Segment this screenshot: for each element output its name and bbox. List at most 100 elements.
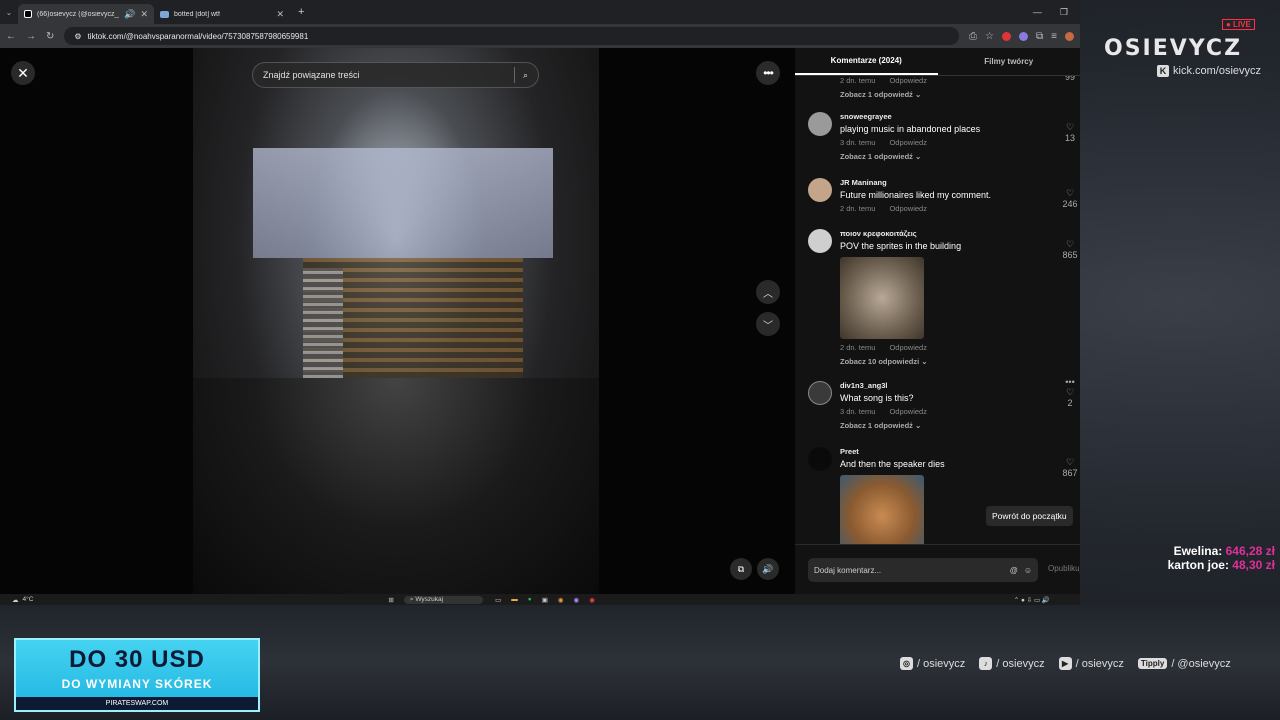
reload-icon[interactable]: ↻ xyxy=(46,31,54,42)
back-to-top-button[interactable]: Powrót do początku xyxy=(986,506,1073,526)
comment-time: 2 dn. temu xyxy=(840,76,876,85)
video-frame-floor xyxy=(193,378,599,594)
comment-username[interactable]: Preet xyxy=(840,447,1050,456)
comment-time: 3 dn. temu xyxy=(840,407,876,416)
site-info-icon[interactable]: ⚙ xyxy=(74,32,81,41)
tiktok-icon: ♪ xyxy=(979,657,993,670)
post-button[interactable]: Opublikuj xyxy=(1048,564,1080,573)
view-replies-link[interactable]: Zobacz 1 odpowiedź ⌄ xyxy=(840,152,1050,161)
comment-text: Future millionaires liked my comment. xyxy=(840,190,992,200)
tab-search-icon[interactable]: ⌄ xyxy=(0,8,18,17)
comment-text: And then the speaker dies xyxy=(840,459,945,469)
speaker-icon[interactable]: 🔊 xyxy=(124,9,135,20)
comment-more-icon[interactable]: ••• xyxy=(1060,377,1080,387)
tab-comments[interactable]: Komentarze (2024) xyxy=(795,48,938,75)
avatar[interactable] xyxy=(808,112,832,136)
tab-tiktok[interactable]: (66)osievycz (@osievycz_) 🔊 ✕ xyxy=(18,4,154,24)
streamer-logo: OSIEVYCZ xyxy=(1104,36,1243,61)
reply-link[interactable]: Odpowiedz xyxy=(889,407,927,416)
like-count: 2 xyxy=(1067,398,1073,408)
url-text: tiktok.com/@noahvsparanormal/video/75730… xyxy=(87,31,309,41)
next-video-button[interactable]: ﹀ xyxy=(756,312,780,336)
comment-text: POV the sprites in the building xyxy=(840,241,962,251)
heart-icon: ♡ xyxy=(1065,122,1075,132)
comment-gif[interactable] xyxy=(840,257,924,339)
comment-input-row: Dodaj komentarz... @ ☺ Opublikuj xyxy=(795,544,1080,594)
close-tab-icon[interactable]: ✕ xyxy=(140,9,148,20)
reply-link[interactable]: Odpowiedz xyxy=(889,343,927,352)
avatar[interactable] xyxy=(808,447,832,471)
video-frame-stairs xyxy=(303,268,343,378)
comment-time: 3 dn. temu xyxy=(840,138,876,147)
heart-icon: ♡ xyxy=(1065,239,1075,249)
view-replies-link[interactable]: Zobacz 1 odpowiedź ⌄ xyxy=(840,90,1050,99)
weather-icon[interactable]: ☁ xyxy=(12,596,19,604)
url-field[interactable]: ⚙ tiktok.com/@noahvsparanormal/video/757… xyxy=(64,27,960,45)
forward-icon[interactable]: → xyxy=(26,31,36,42)
like-button[interactable]: ••• ♡ 2 xyxy=(1060,377,1080,408)
emoji-icon[interactable]: ☺ xyxy=(1024,566,1032,575)
tab-botted[interactable]: botted [dot] wtf ✕ xyxy=(154,4,290,24)
folder-icon[interactable]: ▬ xyxy=(511,596,518,603)
reply-link[interactable]: Odpowiedz xyxy=(889,76,927,85)
like-count: 246 xyxy=(1062,199,1078,209)
avatar[interactable] xyxy=(808,381,832,405)
view-replies-link[interactable]: Zobacz 1 odpowiedź ⌄ xyxy=(840,421,1050,430)
view-replies-link[interactable]: Zobacz 10 odpowiedzi ⌄ xyxy=(840,357,1050,366)
start-icon[interactable]: ⊞ xyxy=(388,596,393,604)
instagram-icon: ◎ xyxy=(900,657,913,670)
extension-red-icon[interactable] xyxy=(1002,31,1012,41)
mention-icon[interactable]: @ xyxy=(1010,566,1018,575)
extension-purple-icon[interactable] xyxy=(1019,31,1029,41)
comment-username[interactable]: ποιον κρεφοκοιτάζεις xyxy=(840,229,1050,238)
like-button[interactable]: ♡ 13 xyxy=(1060,122,1080,143)
floating-player-icon[interactable]: ⧉ xyxy=(730,558,752,580)
extensions-puzzle-icon[interactable]: ⧉ xyxy=(1036,31,1043,42)
install-icon[interactable]: ⎙ xyxy=(969,31,977,42)
comment-username[interactable]: JR Maninang xyxy=(840,178,1050,187)
chrome-icon[interactable]: ◉ xyxy=(558,596,564,604)
spotify-icon[interactable]: ● xyxy=(528,596,532,603)
app-icon[interactable]: ◉ xyxy=(574,596,580,604)
like-button[interactable]: ♡ 246 xyxy=(1060,188,1080,209)
reply-link[interactable]: Odpowiedz xyxy=(889,204,927,213)
comment-username[interactable]: snoweegrayee xyxy=(840,112,1050,121)
comment-input[interactable]: Dodaj komentarz... @ ☺ xyxy=(808,558,1038,582)
like-button[interactable]: ♡ 867 xyxy=(1060,457,1080,478)
video-player[interactable] xyxy=(193,48,599,594)
bookmark-star-icon[interactable]: ☆ xyxy=(985,31,994,42)
taskbar-search[interactable]: ⌕ Wyszukaj xyxy=(403,595,484,604)
donor-row: Ewelina: 646,28 zł xyxy=(1173,544,1275,558)
like-button[interactable]: ♡ 865 xyxy=(1060,239,1080,260)
profile-avatar[interactable] xyxy=(1065,31,1074,41)
store-icon[interactable]: ▣ xyxy=(542,596,548,604)
address-bar: ← → ↻ ⚙ tiktok.com/@noahvsparanormal/vid… xyxy=(0,24,1080,48)
close-video-button[interactable]: ✕ xyxy=(11,61,35,85)
ad-subline: DO WYMIANY SKÓREK xyxy=(61,677,213,691)
volume-icon[interactable]: 🔊 xyxy=(757,558,779,580)
avatar[interactable] xyxy=(808,178,832,202)
search-icon[interactable]: ⌕ xyxy=(523,70,528,81)
minimize-icon[interactable]: — xyxy=(1033,7,1042,18)
more-options-icon[interactable]: ••• xyxy=(756,61,780,85)
file-explorer-icon[interactable]: ▭ xyxy=(495,596,501,604)
system-tray-icons[interactable]: ⌃ ● ⇩ ▭ 🔊 xyxy=(1014,596,1050,604)
related-search-bar[interactable]: Znajdź powiązane treści ⌕ xyxy=(252,62,539,88)
avatar[interactable] xyxy=(808,229,832,253)
search-placeholder: Znajdź powiązane treści xyxy=(263,70,360,80)
close-tab-icon[interactable]: ✕ xyxy=(276,9,284,20)
maximize-icon[interactable]: ❐ xyxy=(1060,7,1068,18)
back-icon[interactable]: ← xyxy=(6,31,16,42)
comment-gif[interactable] xyxy=(840,475,924,544)
social-instagram: ◎ / osievycz xyxy=(900,657,965,670)
tipply-icon: Tipply xyxy=(1137,658,1168,669)
previous-video-button[interactable]: ︿ xyxy=(756,280,780,304)
reply-link[interactable]: Odpowiedz xyxy=(889,138,927,147)
kick-link: Kkick.com/osievycz xyxy=(1157,65,1261,77)
tab-creator-videos[interactable]: Filmy twórcy xyxy=(938,48,1081,75)
comment-username[interactable]: div1n3_ang3l xyxy=(840,381,1050,390)
app2-icon[interactable]: ◉ xyxy=(589,596,595,604)
media-icon[interactable]: ≡ xyxy=(1051,31,1057,42)
new-tab-button[interactable]: + xyxy=(298,6,304,18)
comment-list[interactable]: 2 dn. temu Odpowiedz Zobacz 1 odpowiedź ⌄… xyxy=(795,76,1080,544)
